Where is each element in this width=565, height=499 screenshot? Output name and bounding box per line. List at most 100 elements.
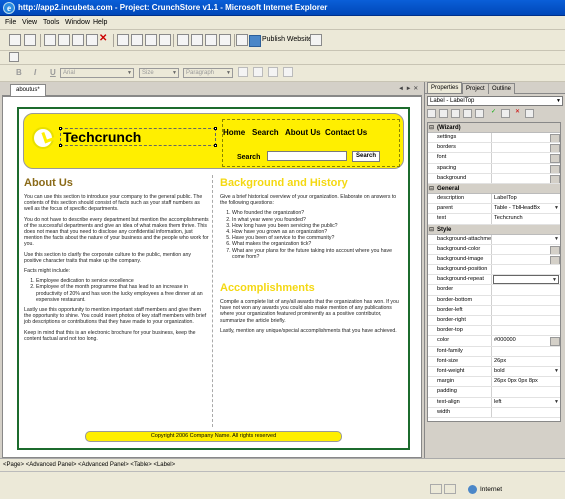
- underline-button[interactable]: U: [50, 68, 56, 77]
- property-value[interactable]: [492, 408, 560, 417]
- align-icon[interactable]: [238, 67, 248, 77]
- menu-window[interactable]: Window: [65, 19, 90, 26]
- property-value[interactable]: [492, 296, 560, 305]
- property-row[interactable]: background-repeat: [428, 275, 560, 286]
- property-value[interactable]: Table - TblHeadBx: [492, 204, 560, 213]
- nav-about-us[interactable]: About Us: [285, 128, 321, 137]
- property-row[interactable]: settings: [428, 133, 560, 144]
- property-value[interactable]: [492, 285, 560, 294]
- tab-aboutus[interactable]: aboutus*: [10, 84, 46, 96]
- property-row[interactable]: width: [428, 407, 560, 418]
- image-icon[interactable]: [191, 34, 203, 46]
- property-row[interactable]: text-align left: [428, 397, 560, 408]
- property-value[interactable]: bold: [492, 367, 560, 376]
- link-icon[interactable]: [205, 34, 217, 46]
- nav-search[interactable]: Search: [252, 128, 279, 137]
- menu-tools[interactable]: Tools: [43, 19, 59, 26]
- property-row[interactable]: color #000000: [428, 336, 560, 347]
- property-row[interactable]: border: [428, 285, 560, 296]
- menu-help[interactable]: Help: [93, 19, 107, 26]
- property-row[interactable]: border-right: [428, 316, 560, 327]
- list-icon[interactable]: [268, 67, 278, 77]
- property-value[interactable]: [492, 347, 560, 356]
- cut-icon[interactable]: [9, 34, 21, 46]
- property-row[interactable]: border-top: [428, 326, 560, 337]
- property-row[interactable]: border-bottom: [428, 295, 560, 306]
- tab-properties[interactable]: Properties: [427, 82, 463, 93]
- property-value[interactable]: [492, 326, 560, 335]
- publish-website-button[interactable]: Publish Website: [248, 33, 314, 47]
- brand-label[interactable]: Techcrunch: [60, 128, 216, 146]
- property-value[interactable]: [492, 174, 560, 183]
- selection-handle[interactable]: [59, 127, 62, 130]
- new-page-icon[interactable]: [44, 34, 56, 46]
- save-all-icon[interactable]: [86, 34, 98, 46]
- property-row[interactable]: padding: [428, 387, 560, 398]
- delete-icon[interactable]: ✕: [99, 34, 111, 46]
- property-value[interactable]: [492, 306, 560, 315]
- search-button[interactable]: Search: [352, 151, 380, 162]
- property-value[interactable]: [492, 133, 560, 143]
- tab-project[interactable]: Project: [462, 83, 489, 94]
- property-row[interactable]: background-attachmen: [428, 234, 560, 245]
- search-input[interactable]: [267, 151, 347, 161]
- indent-icon[interactable]: [253, 67, 263, 77]
- bold-button[interactable]: B: [16, 68, 22, 77]
- property-value[interactable]: 26px 0px 0px 8px: [492, 377, 560, 386]
- selection-handle[interactable]: [59, 144, 62, 147]
- property-row[interactable]: background-color: [428, 244, 560, 255]
- section-wizard[interactable]: (Wizard): [428, 123, 560, 133]
- nav-contact-us[interactable]: Contact Us: [325, 128, 367, 137]
- property-value[interactable]: Techcrunch: [492, 214, 560, 223]
- layout-icon[interactable]: [145, 34, 157, 46]
- html-icon[interactable]: [283, 67, 293, 77]
- element-select[interactable]: Label - LabelTop: [427, 96, 563, 106]
- property-value[interactable]: [492, 164, 560, 173]
- form-icon[interactable]: [219, 34, 231, 46]
- design-canvas[interactable]: Techcrunch Home Search About Us Contact …: [2, 96, 422, 458]
- property-row[interactable]: font-family: [428, 346, 560, 357]
- preview-icon[interactable]: [236, 34, 248, 46]
- font-select[interactable]: Arial: [60, 68, 134, 78]
- section-style[interactable]: Style: [428, 224, 560, 235]
- copy-icon[interactable]: [501, 109, 510, 118]
- category-icon[interactable]: [439, 109, 448, 118]
- property-row[interactable]: spacing: [428, 163, 560, 174]
- nav-home[interactable]: Home: [223, 128, 245, 137]
- check-icon[interactable]: ✓: [489, 109, 498, 118]
- properties-icon[interactable]: [24, 34, 36, 46]
- property-value[interactable]: [492, 316, 560, 325]
- property-row[interactable]: font-size 26px: [428, 356, 560, 367]
- selection-handle[interactable]: [214, 127, 217, 130]
- tab-controls[interactable]: ◄ ► ✕: [398, 85, 418, 92]
- tools-icon[interactable]: [131, 34, 143, 46]
- tab-outline[interactable]: Outline: [488, 83, 516, 94]
- property-row[interactable]: background-image: [428, 254, 560, 266]
- help-icon[interactable]: [310, 34, 322, 46]
- section-general[interactable]: General: [428, 183, 560, 194]
- property-value[interactable]: 26px: [492, 357, 560, 366]
- property-row[interactable]: text Techcrunch: [428, 214, 560, 225]
- menu-view[interactable]: View: [22, 19, 37, 26]
- property-value[interactable]: [492, 235, 560, 244]
- property-value[interactable]: LabelTop: [492, 194, 560, 203]
- italic-button[interactable]: I: [34, 68, 36, 77]
- chart-icon[interactable]: [177, 34, 189, 46]
- property-row[interactable]: font-weight bold: [428, 366, 560, 378]
- selection-handle[interactable]: [214, 144, 217, 147]
- wizard-icon[interactable]: [117, 34, 129, 46]
- property-value[interactable]: [492, 143, 560, 153]
- move-down-icon[interactable]: [463, 109, 472, 118]
- menu-file[interactable]: File: [5, 19, 16, 26]
- property-value[interactable]: [493, 275, 559, 285]
- property-row[interactable]: borders: [428, 143, 560, 154]
- refresh-icon[interactable]: [475, 109, 484, 118]
- property-value[interactable]: [492, 245, 560, 254]
- property-value[interactable]: [492, 265, 560, 274]
- property-row[interactable]: background-position: [428, 265, 560, 276]
- property-row[interactable]: description LabelTop: [428, 193, 560, 205]
- delete-icon[interactable]: ✕: [513, 109, 522, 118]
- panel-icon[interactable]: [159, 34, 171, 46]
- property-value[interactable]: [492, 255, 560, 265]
- paragraph-select[interactable]: Paragraph: [183, 68, 233, 78]
